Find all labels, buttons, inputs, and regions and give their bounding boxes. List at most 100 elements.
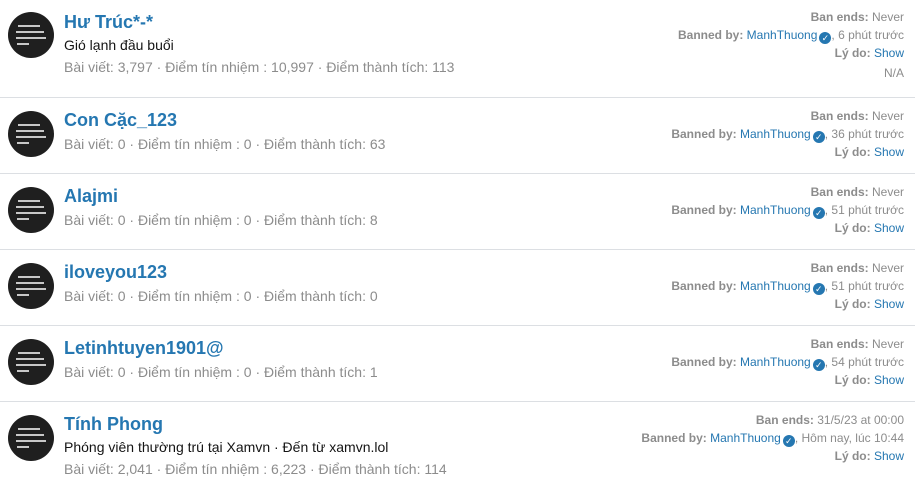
separator: · <box>251 212 265 228</box>
avatar[interactable] <box>8 339 54 385</box>
posts-label: Bài viết: <box>64 288 114 304</box>
separator: · <box>251 288 265 304</box>
user-blurb: Phóng viên thường trú tại Xamvn · Đến từ… <box>64 439 389 455</box>
ban-ends-value: Never <box>871 261 904 275</box>
separator: · <box>125 364 138 380</box>
banned-by-user-link[interactable]: ManhThuong <box>710 431 781 445</box>
achievements-count: 63 <box>369 136 386 152</box>
banned-by-user-link[interactable]: ManhThuong <box>740 203 811 217</box>
verified-check-icon: ✓ <box>812 283 825 295</box>
posts-count: 0 <box>117 212 126 228</box>
banned-user-row: Con Cặc_123 Bài viết: 0 · Điểm tín nhiệm… <box>0 98 915 174</box>
banned-by-user-link[interactable]: ManhThuong <box>740 355 811 369</box>
show-reason-link[interactable]: Show <box>874 297 904 311</box>
banned-by-label: Banned by: <box>671 127 737 141</box>
reason-label: Lý do: <box>834 145 871 159</box>
username-link[interactable]: Con Cặc_123 <box>64 110 177 131</box>
banned-user-row: Hư Trúc*-* Gió lạnh đầu buổi Bài viết: 3… <box>0 0 915 98</box>
achievements-label: Điểm thành tích: <box>264 288 366 304</box>
ban-info: Ban ends: Never Banned by: ManhThuong ✓, … <box>671 107 904 161</box>
banned-by-label: Banned by: <box>641 431 707 445</box>
avatar[interactable] <box>8 12 54 58</box>
posts-count: 2,041 <box>117 461 153 477</box>
posts-count: 3,797 <box>117 59 153 75</box>
achievements-label: Điểm thành tích: <box>264 364 366 380</box>
reputation-count: 0 <box>243 212 252 228</box>
separator: · <box>125 212 138 228</box>
banned-when: Hôm nay, lúc 10:44 <box>801 431 905 445</box>
user-stats: Bài viết: 3,797 · Điểm tín nhiệm : 10,99… <box>64 59 454 75</box>
banned-by-user-link[interactable]: ManhThuong <box>747 28 818 42</box>
reputation-count: 0 <box>243 288 252 304</box>
user-stats: Bài viết: 0 · Điểm tín nhiệm : 0 · Điểm … <box>64 212 378 228</box>
avatar[interactable] <box>8 187 54 233</box>
username-link[interactable]: Letinhtuyen1901@ <box>64 338 224 359</box>
reputation-label: Điểm tín nhiệm : <box>137 288 240 304</box>
avatar[interactable] <box>8 111 54 157</box>
show-reason-link[interactable]: Show <box>874 221 904 235</box>
username-link[interactable]: iloveyou123 <box>64 262 167 283</box>
banned-users-list: Hư Trúc*-* Gió lạnh đầu buổi Bài viết: 3… <box>0 0 915 479</box>
banned-by-user-link[interactable]: ManhThuong <box>740 127 811 141</box>
achievements-label: Điểm thành tích: <box>264 212 366 228</box>
separator: · <box>313 59 327 75</box>
reputation-count: 0 <box>243 136 252 152</box>
username-link[interactable]: Tính Phong <box>64 414 163 435</box>
banned-by-label: Banned by: <box>671 355 737 369</box>
verified-check-icon: ✓ <box>812 207 825 219</box>
reason-label: Lý do: <box>834 297 871 311</box>
ban-info: Ban ends: Never Banned by: ManhThuong ✓, … <box>671 183 904 237</box>
verified-check-icon: ✓ <box>812 131 825 143</box>
show-reason-link[interactable]: Show <box>874 46 904 60</box>
show-reason-link[interactable]: Show <box>874 145 904 159</box>
banned-when: 36 phút trước <box>831 127 904 141</box>
user-blurb: Gió lạnh đầu buổi <box>64 37 174 53</box>
separator: · <box>125 136 138 152</box>
ban-info: Ban ends: Never Banned by: ManhThuong ✓, … <box>671 259 904 313</box>
achievements-label: Điểm thành tích: <box>264 136 366 152</box>
username-link[interactable]: Alajmi <box>64 186 118 207</box>
banned-when: 6 phút trước <box>838 28 904 42</box>
verified-check-icon: ✓ <box>812 359 825 371</box>
reputation-count: 0 <box>243 364 252 380</box>
user-stats: Bài viết: 0 · Điểm tín nhiệm : 0 · Điểm … <box>64 364 378 380</box>
posts-label: Bài viết: <box>64 364 114 380</box>
reason-label: Lý do: <box>834 449 871 463</box>
separator: · <box>306 461 319 477</box>
achievements-count: 1 <box>369 364 378 380</box>
reputation-label: Điểm tín nhiệm : <box>137 212 240 228</box>
banned-by-user-link[interactable]: ManhThuong <box>740 279 811 293</box>
banned-user-row: Alajmi Bài viết: 0 · Điểm tín nhiệm : 0 … <box>0 174 915 250</box>
reason-label: Lý do: <box>834 221 871 235</box>
ban-ends-label: Ban ends: <box>755 413 814 427</box>
posts-label: Bài viết: <box>64 136 114 152</box>
reputation-label: Điểm tín nhiệm : <box>165 59 268 75</box>
posts-label: Bài viết: <box>64 59 114 75</box>
username-link[interactable]: Hư Trúc*-* <box>64 12 153 33</box>
reputation-label: Điểm tín nhiệm : <box>165 461 268 477</box>
banned-user-row: Tính Phong Phóng viên thường trú tại Xam… <box>0 402 915 479</box>
show-reason-link[interactable]: Show <box>874 373 904 387</box>
ban-ends-label: Ban ends: <box>810 185 869 199</box>
banned-when: 54 phút trước <box>831 355 904 369</box>
posts-count: 0 <box>117 364 126 380</box>
ban-ends-label: Ban ends: <box>810 10 869 24</box>
user-stats: Bài viết: 0 · Điểm tín nhiệm : 0 · Điểm … <box>64 288 378 304</box>
banned-when: 51 phút trước <box>831 279 904 293</box>
ban-ends-label: Ban ends: <box>810 337 869 351</box>
separator: · <box>125 288 138 304</box>
posts-label: Bài viết: <box>64 212 114 228</box>
ban-info: Ban ends: 31/5/23 at 00:00 Banned by: Ma… <box>641 411 904 465</box>
user-stats: Bài viết: 0 · Điểm tín nhiệm : 0 · Điểm … <box>64 136 385 152</box>
avatar[interactable] <box>8 263 54 309</box>
reputation-label: Điểm tín nhiệm : <box>137 364 240 380</box>
verified-check-icon: ✓ <box>819 32 832 44</box>
achievements-count: 114 <box>424 461 447 477</box>
reason-label: Lý do: <box>834 46 871 60</box>
banned-user-row: iloveyou123 Bài viết: 0 · Điểm tín nhiệm… <box>0 250 915 326</box>
ban-ends-label: Ban ends: <box>810 261 869 275</box>
show-reason-link[interactable]: Show <box>874 449 904 463</box>
verified-check-icon: ✓ <box>782 435 795 447</box>
achievements-count: 8 <box>369 212 378 228</box>
avatar[interactable] <box>8 415 54 461</box>
